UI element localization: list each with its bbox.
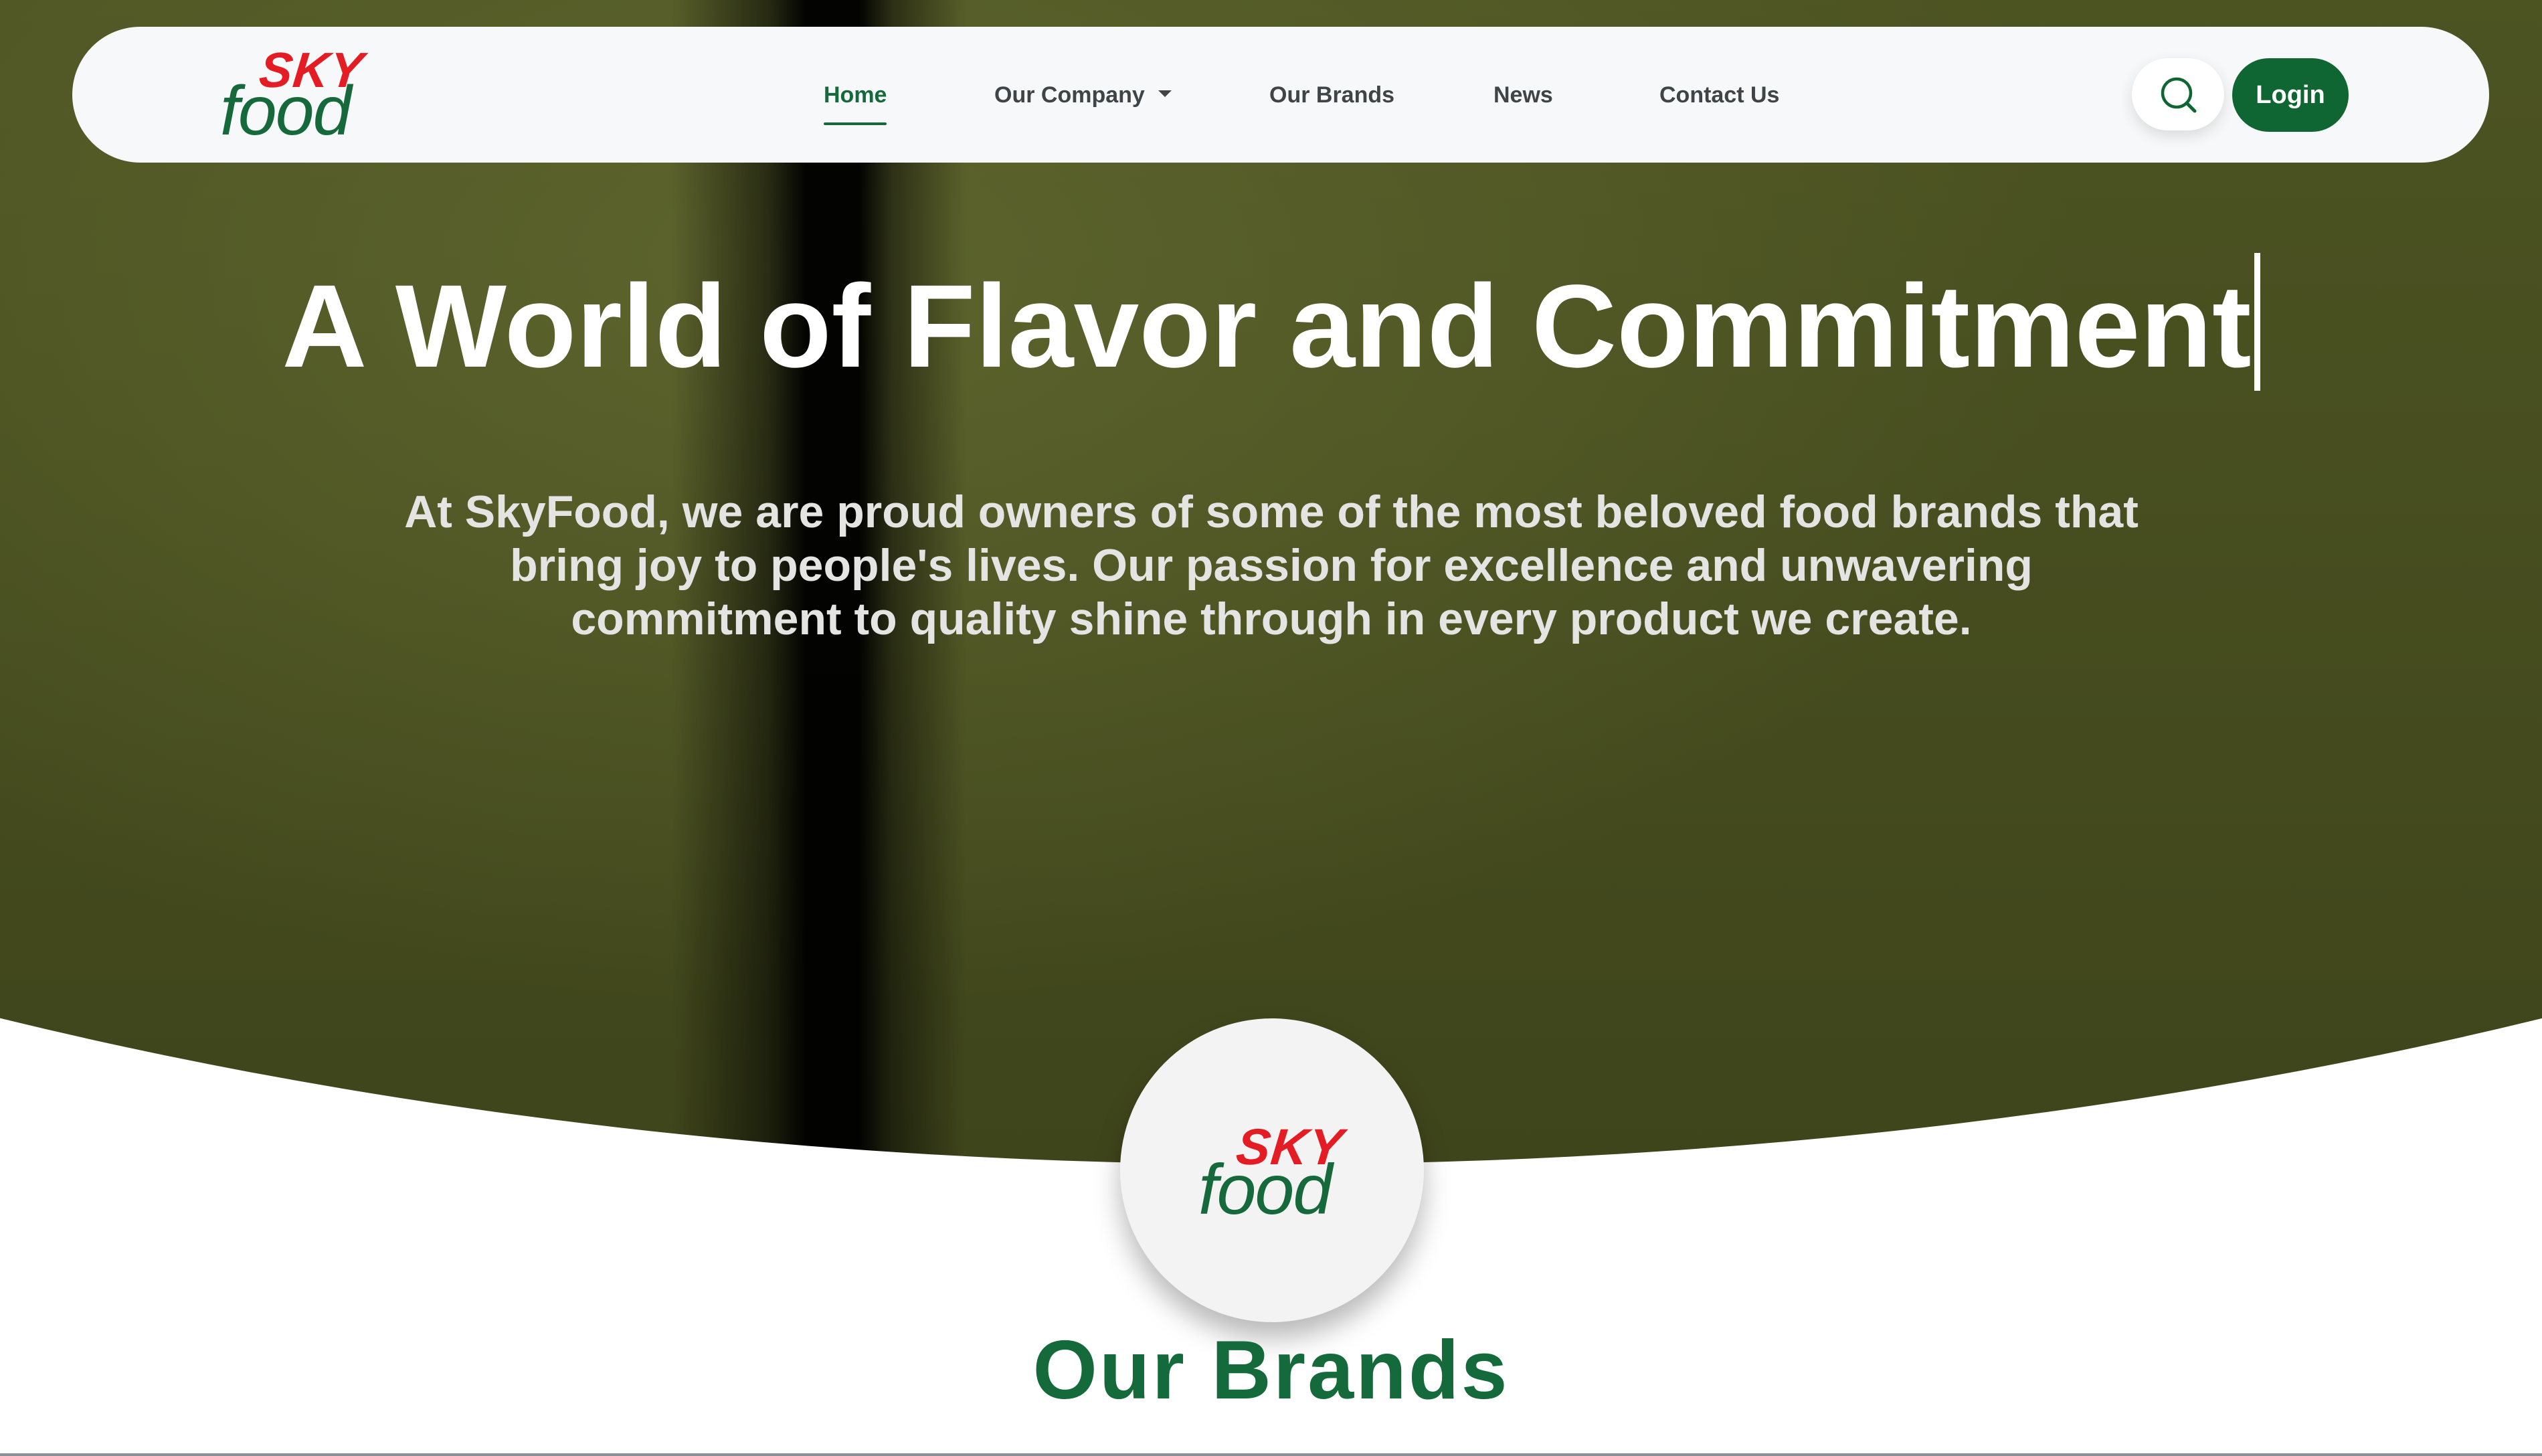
typing-cursor bbox=[2254, 253, 2260, 391]
hero-title: A World of Flavor and Commitment bbox=[0, 253, 2542, 394]
nav-item-home[interactable]: Home bbox=[824, 82, 887, 125]
badge-skyfood-logo: SKY food bbox=[1197, 1119, 1351, 1229]
bottom-divider bbox=[0, 1453, 2542, 1456]
hero-title-text: A World of Flavor and Commitment bbox=[282, 261, 2252, 392]
login-button[interactable]: Login bbox=[2232, 58, 2349, 132]
our-brands-heading: Our Brands bbox=[1032, 1324, 1510, 1417]
caret-down-icon bbox=[1158, 90, 1172, 98]
nav-links: Home Our Company Our Brands News Contact… bbox=[72, 27, 2489, 163]
top-navbar: SKY food Home Our Company Our Brands New… bbox=[72, 27, 2489, 163]
nav-item-news[interactable]: News bbox=[1493, 82, 1553, 109]
nav-item-our-company[interactable]: Our Company bbox=[994, 82, 1172, 109]
nav-item-contact-us[interactable]: Contact Us bbox=[1659, 82, 1779, 109]
badge-logo-food-text: food bbox=[1198, 1150, 1332, 1229]
nav-item-our-brands[interactable]: Our Brands bbox=[1269, 82, 1394, 109]
page: SKY food Home Our Company Our Brands New… bbox=[0, 0, 2542, 1456]
nav-item-our-company-label: Our Company bbox=[994, 82, 1145, 108]
hero-subtitle: At SkyFood, we are proud owners of some … bbox=[404, 486, 2139, 644]
center-logo-badge: SKY food bbox=[1120, 1018, 1424, 1322]
search-button[interactable] bbox=[2132, 58, 2224, 130]
search-icon bbox=[2161, 77, 2197, 113]
